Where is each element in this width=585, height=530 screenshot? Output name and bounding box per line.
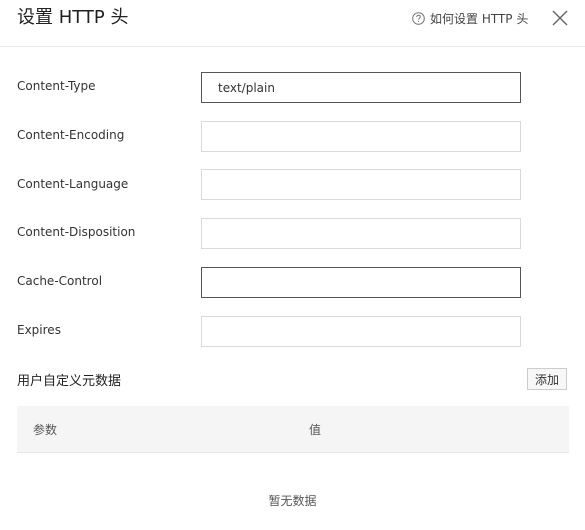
expires-input[interactable] bbox=[201, 316, 521, 347]
content-language-label: Content-Language bbox=[17, 177, 129, 191]
http-headers-dialog: 设置 HTTP 头 如何设置 HTTP 头 Content-Type Conte… bbox=[0, 0, 585, 530]
content-encoding-label: Content-Encoding bbox=[17, 128, 125, 142]
expires-label: Expires bbox=[17, 323, 61, 337]
content-disposition-label: Content-Disposition bbox=[17, 225, 136, 239]
content-encoding-input[interactable] bbox=[201, 121, 521, 152]
content-language-input[interactable] bbox=[201, 169, 521, 200]
cache-control-label: Cache-Control bbox=[17, 274, 103, 288]
metadata-table-header: 参数 值 bbox=[17, 406, 569, 453]
help-link-label: 如何设置 HTTP 头 bbox=[430, 11, 529, 26]
question-circle-icon bbox=[412, 11, 425, 25]
cache-control-input[interactable] bbox=[201, 267, 521, 298]
column-header-param: 参数 bbox=[33, 423, 58, 437]
dialog-title: 设置 HTTP 头 bbox=[17, 7, 129, 28]
content-type-label: Content-Type bbox=[17, 79, 96, 93]
dialog-header: 设置 HTTP 头 如何设置 HTTP 头 bbox=[0, 0, 585, 47]
content-disposition-input[interactable] bbox=[201, 218, 521, 249]
column-header-value: 值 bbox=[309, 423, 322, 437]
empty-state-text: 暂无数据 bbox=[268, 494, 317, 508]
custom-metadata-title: 用户自定义元数据 bbox=[17, 374, 122, 389]
content-type-input[interactable] bbox=[201, 72, 521, 103]
add-metadata-button[interactable]: 添加 bbox=[527, 368, 567, 390]
close-icon bbox=[552, 10, 568, 26]
close-button[interactable] bbox=[551, 9, 569, 27]
help-link[interactable]: 如何设置 HTTP 头 bbox=[412, 9, 528, 27]
